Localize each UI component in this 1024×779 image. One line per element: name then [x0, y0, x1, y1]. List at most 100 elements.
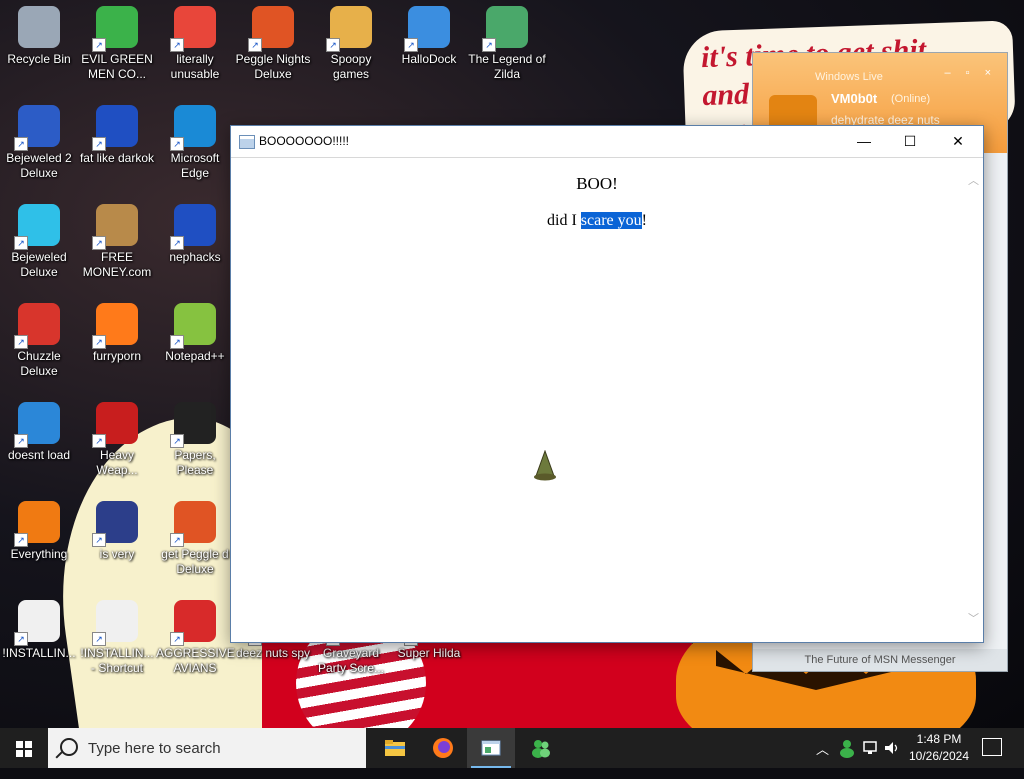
boo-window[interactable]: BOOOOOOO!!!!! — ☐ ✕ BOO! did I scare you…: [230, 125, 984, 643]
shortcut-arrow-icon: ↗: [170, 335, 184, 349]
desktop-icon-heavy-weapon[interactable]: ↗ Heavy Weap...: [78, 402, 156, 478]
evil-green-men-icon: ↗: [92, 6, 138, 52]
start-button[interactable]: [0, 728, 48, 768]
desktop-icon-doesnt-load[interactable]: ↗ doesnt load: [0, 402, 78, 463]
free-money-icon: ↗: [92, 204, 138, 250]
msn-window-controls[interactable]: – ▫ ×: [944, 67, 997, 79]
selected-text[interactable]: scare you: [580, 212, 642, 229]
peggle-nights-icon: ↗: [248, 6, 294, 52]
msn-title: Windows Live: [815, 71, 883, 83]
shortcut-arrow-icon: ↗: [14, 335, 28, 349]
desktop-icon-literally-unusable[interactable]: ↗ literally unusable: [156, 6, 234, 82]
desktop-icon-label: !INSTALLIN... - Shortcut: [80, 646, 154, 675]
desktop-icon-label: get Peggle d Deluxe: [161, 547, 229, 576]
msn-footer: The Future of MSN Messenger: [753, 649, 1007, 671]
shortcut-arrow-icon: ↗: [170, 533, 184, 547]
search-placeholder[interactable]: Type here to search: [88, 740, 221, 757]
doesnt-load-icon: ↗: [14, 402, 60, 448]
minimize-button[interactable]: —: [841, 126, 887, 157]
desktop-icon-get-peggle[interactable]: ↗ get Peggle d Deluxe: [156, 501, 234, 577]
close-button[interactable]: ✕: [935, 126, 981, 157]
desktop-icon-is-very[interactable]: ↗ is very: [78, 501, 156, 562]
desktop-icon-everything[interactable]: ↗ Everything: [0, 501, 78, 562]
boo-app-taskbar-button[interactable]: [467, 728, 515, 768]
desktop-icon-installing[interactable]: ↗ !INSTALLIN...: [0, 600, 78, 661]
desktop-icon-evil-green-men[interactable]: ↗ EVIL GREEN MEN CO...: [78, 6, 156, 82]
taskbar-clock[interactable]: 1:48 PM 10/26/2024: [896, 731, 982, 765]
desktop-icon-fat-like-darkok[interactable]: ↗ fat like darkok: [78, 105, 156, 166]
taskbar-search-box[interactable]: Type here to search: [48, 728, 366, 768]
heavy-weapon-icon: ↗: [92, 402, 138, 448]
desktop-icon-notepad-plus[interactable]: ↗ Notepad++: [156, 303, 234, 364]
scroll-down-icon[interactable]: ﹀: [968, 610, 979, 626]
bejeweled-icon: ↗: [14, 204, 60, 250]
desktop-icon-furryporn[interactable]: ↗ furryporn: [78, 303, 156, 364]
shortcut-arrow-icon: ↗: [92, 137, 106, 151]
notification-center-icon[interactable]: [982, 738, 1002, 756]
desktop-icon-label: literally unusable: [170, 52, 220, 81]
file-explorer-taskbar-button[interactable]: [371, 728, 419, 768]
maximize-button[interactable]: ☐: [887, 126, 933, 157]
desktop-icon-spoopy-games[interactable]: ↗ Spoopy games: [312, 6, 390, 82]
shortcut-arrow-icon: ↗: [170, 236, 184, 250]
notepad-plus-icon: ↗: [170, 303, 216, 349]
desktop-icon-label: doesnt load: [7, 448, 71, 462]
shortcut-arrow-icon: ↗: [170, 632, 184, 646]
witch-hat-cursor-icon: [534, 450, 556, 481]
vertical-scrollbar[interactable]: ︿ ﹀: [965, 158, 983, 642]
desktop-icon-nephacks[interactable]: ↗ nephacks: [156, 204, 234, 265]
desktop-icon-aggressive-avians[interactable]: ↗ AGGRESSIVE AVIANS: [156, 600, 235, 676]
desktop-icon-recycle-bin[interactable]: Recycle Bin: [0, 6, 78, 67]
desktop-icon-chuzzle[interactable]: ↗ Chuzzle Deluxe: [0, 303, 78, 379]
msn-status[interactable]: (Online): [891, 93, 930, 105]
desktop-icon-bejeweled[interactable]: ↗ Bejeweled Deluxe: [0, 204, 78, 280]
window-title: BOOOOOOO!!!!!: [259, 134, 350, 148]
shortcut-arrow-icon: ↗: [92, 38, 106, 52]
desktop-icon-hallodock[interactable]: ↗ HalloDock: [390, 6, 468, 67]
desktop-icon-legend-of-zilda[interactable]: ↗ The Legend of Zilda: [468, 6, 546, 82]
desktop-icon-installing-shortcut[interactable]: ↗ !INSTALLIN... - Shortcut: [78, 600, 156, 676]
boo-heading: BOO!: [576, 174, 618, 193]
show-hidden-icons-button[interactable]: ︿: [816, 739, 829, 779]
everything-icon: ↗: [14, 501, 60, 547]
msn-username[interactable]: VM0b0t: [831, 91, 877, 106]
desktop-icon-label: Notepad++: [165, 349, 225, 363]
shortcut-arrow-icon: ↗: [482, 38, 496, 52]
network-icon[interactable]: [862, 740, 880, 756]
shortcut-arrow-icon: ↗: [92, 533, 106, 547]
desktop-icon-papers-please[interactable]: ↗ Papers, Please: [156, 402, 234, 478]
desktop-icon-label: Chuzzle Deluxe: [17, 349, 61, 378]
desktop-icon-label: deez nuts spy: [235, 646, 311, 660]
get-peggle-icon: ↗: [170, 501, 216, 547]
clock-date: 10/26/2024: [908, 749, 970, 763]
window-content[interactable]: BOO! did I scare you! ︿ ﹀: [231, 158, 983, 642]
desktop-icon-microsoft-edge[interactable]: ↗ Microsoft Edge: [156, 105, 234, 181]
shortcut-arrow-icon: ↗: [14, 533, 28, 547]
nephacks-icon: ↗: [170, 204, 216, 250]
shortcut-arrow-icon: ↗: [14, 236, 28, 250]
firefox-taskbar-button[interactable]: [419, 728, 467, 768]
shortcut-arrow-icon: ↗: [170, 38, 184, 52]
desktop-icon-label: AGGRESSIVE AVIANS: [156, 646, 235, 675]
msn-taskbar-button[interactable]: [517, 728, 565, 768]
taskbar: Type here to search ︿ 1:48 PM 10/26/2024: [0, 728, 1024, 768]
furryporn-icon: ↗: [92, 303, 138, 349]
shortcut-arrow-icon: ↗: [92, 632, 106, 646]
scroll-up-icon[interactable]: ︿: [968, 172, 979, 188]
desktop-icon-peggle-nights[interactable]: ↗ Peggle Nights Deluxe: [234, 6, 312, 82]
window-title-bar[interactable]: BOOOOOOO!!!!! — ☐ ✕: [231, 126, 983, 158]
installing-icon: ↗: [14, 600, 60, 646]
desktop-icon-free-money[interactable]: ↗ FREE MONEY.com: [78, 204, 156, 280]
hallodock-icon: ↗: [404, 6, 450, 52]
desktop-icon-label: EVIL GREEN MEN CO...: [81, 52, 153, 81]
app-window-icon: [239, 135, 255, 149]
msn-tray-icon[interactable]: [838, 738, 856, 758]
desktop-icon-bejeweled-2[interactable]: ↗ Bejeweled 2 Deluxe: [0, 105, 78, 181]
shortcut-arrow-icon: ↗: [404, 38, 418, 52]
desktop-icon-label: Bejeweled Deluxe: [11, 250, 67, 279]
firefox-icon: [433, 738, 453, 758]
shortcut-arrow-icon: ↗: [326, 38, 340, 52]
shortcut-arrow-icon: ↗: [170, 434, 184, 448]
desktop-icon-label: Spoopy games: [330, 52, 372, 81]
msn-buddy-icon: [532, 740, 550, 758]
